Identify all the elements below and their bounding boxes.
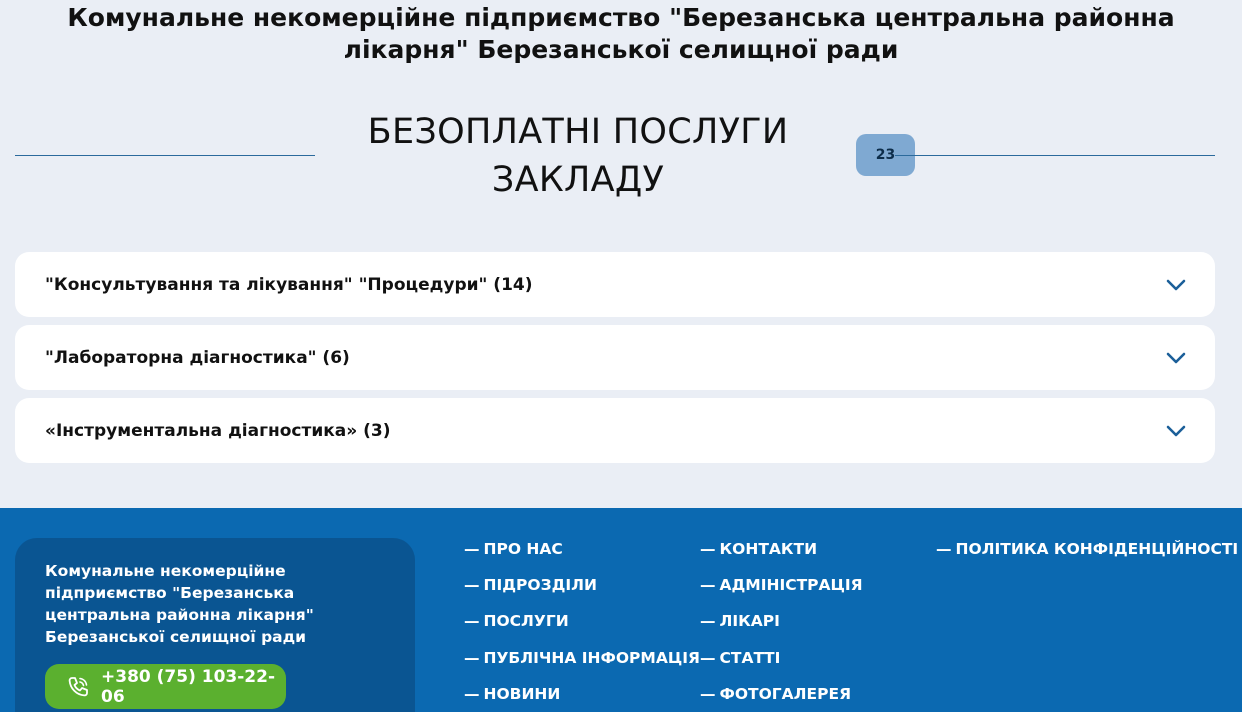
footer-link-departments[interactable]: — ПІДРОЗДІЛИ: [464, 574, 700, 596]
accordion-item-laboratory[interactable]: "Лабораторна діагностика" (6): [15, 325, 1215, 390]
footer-link-contacts[interactable]: — КОНТАКТИ: [700, 538, 863, 560]
section-title: БЕЗОПЛАТНІ ПОСЛУГИ ЗАКЛАДУ: [367, 112, 789, 200]
page-title: Комунальне некомерційне підприємство "Бе…: [67, 3, 1175, 64]
accordion-item-label: "Лабораторна діагностика" (6): [45, 347, 350, 368]
accordion-item-instrumental[interactable]: «Інструментальна діагностика» (3): [15, 398, 1215, 463]
services-accordion: "Консультування та лікування" "Процедури…: [15, 252, 1215, 471]
footer-link-doctors[interactable]: — ЛІКАРІ: [700, 610, 863, 632]
site-footer: Комунальне некомерційне підприємство "Бе…: [0, 508, 1242, 712]
footer-link-news[interactable]: — НОВИНИ: [464, 683, 700, 705]
footer-nav-column-2: — КОНТАКТИ — АДМІНІСТРАЦІЯ — ЛІКАРІ — СТАТТІ…: [700, 538, 863, 712]
footer-link-photo-gallery[interactable]: — ФОТОГАЛЕРЕЯ: [700, 683, 863, 705]
footer-link-public-info[interactable]: — ПУБЛІЧНА ІНФОРМАЦІЯ: [464, 647, 700, 669]
divider-right: [895, 155, 1215, 156]
footer-link-privacy-policy[interactable]: — ПОЛІТИКА КОНФІДЕНЦІЙНОСТІ: [936, 538, 1238, 560]
footer-link-administration[interactable]: — АДМІНІСТРАЦІЯ: [700, 574, 863, 596]
footer-link-about[interactable]: — ПРО НАС: [464, 538, 700, 560]
accordion-item-label: «Інструментальна діагностика» (3): [45, 420, 391, 441]
footer-nav-column-1: — ПРО НАС — ПІДРОЗДІЛИ — ПОСЛУГИ — ПУБЛІЧНА …: [464, 538, 700, 712]
accordion-item-consultation[interactable]: "Консультування та лікування" "Процедури…: [15, 252, 1215, 317]
section-header: БЕЗОПЛАТНІ ПОСЛУГИ ЗАКЛАДУ 23: [15, 108, 1215, 204]
phone-number: +380 (75) 103-22-06: [101, 666, 276, 707]
divider-left: [15, 155, 315, 156]
footer-org-name: Комунальне некомерційне підприємство "Бе…: [45, 562, 314, 646]
chevron-down-icon[interactable]: [1165, 347, 1187, 369]
footer-nav-column-3: — ПОЛІТИКА КОНФІДЕНЦІЙНОСТІ: [936, 538, 1238, 574]
footer-contact-card: Комунальне некомерційне підприємство "Бе…: [15, 538, 415, 712]
phone-button[interactable]: +380 (75) 103-22-06: [45, 664, 286, 709]
chevron-down-icon[interactable]: [1165, 420, 1187, 442]
footer-link-services[interactable]: — ПОСЛУГИ: [464, 610, 700, 632]
phone-icon: [65, 674, 91, 700]
accordion-item-label: "Консультування та лікування" "Процедури…: [45, 274, 533, 295]
chevron-down-icon[interactable]: [1165, 274, 1187, 296]
footer-link-articles[interactable]: — СТАТТІ: [700, 647, 863, 669]
